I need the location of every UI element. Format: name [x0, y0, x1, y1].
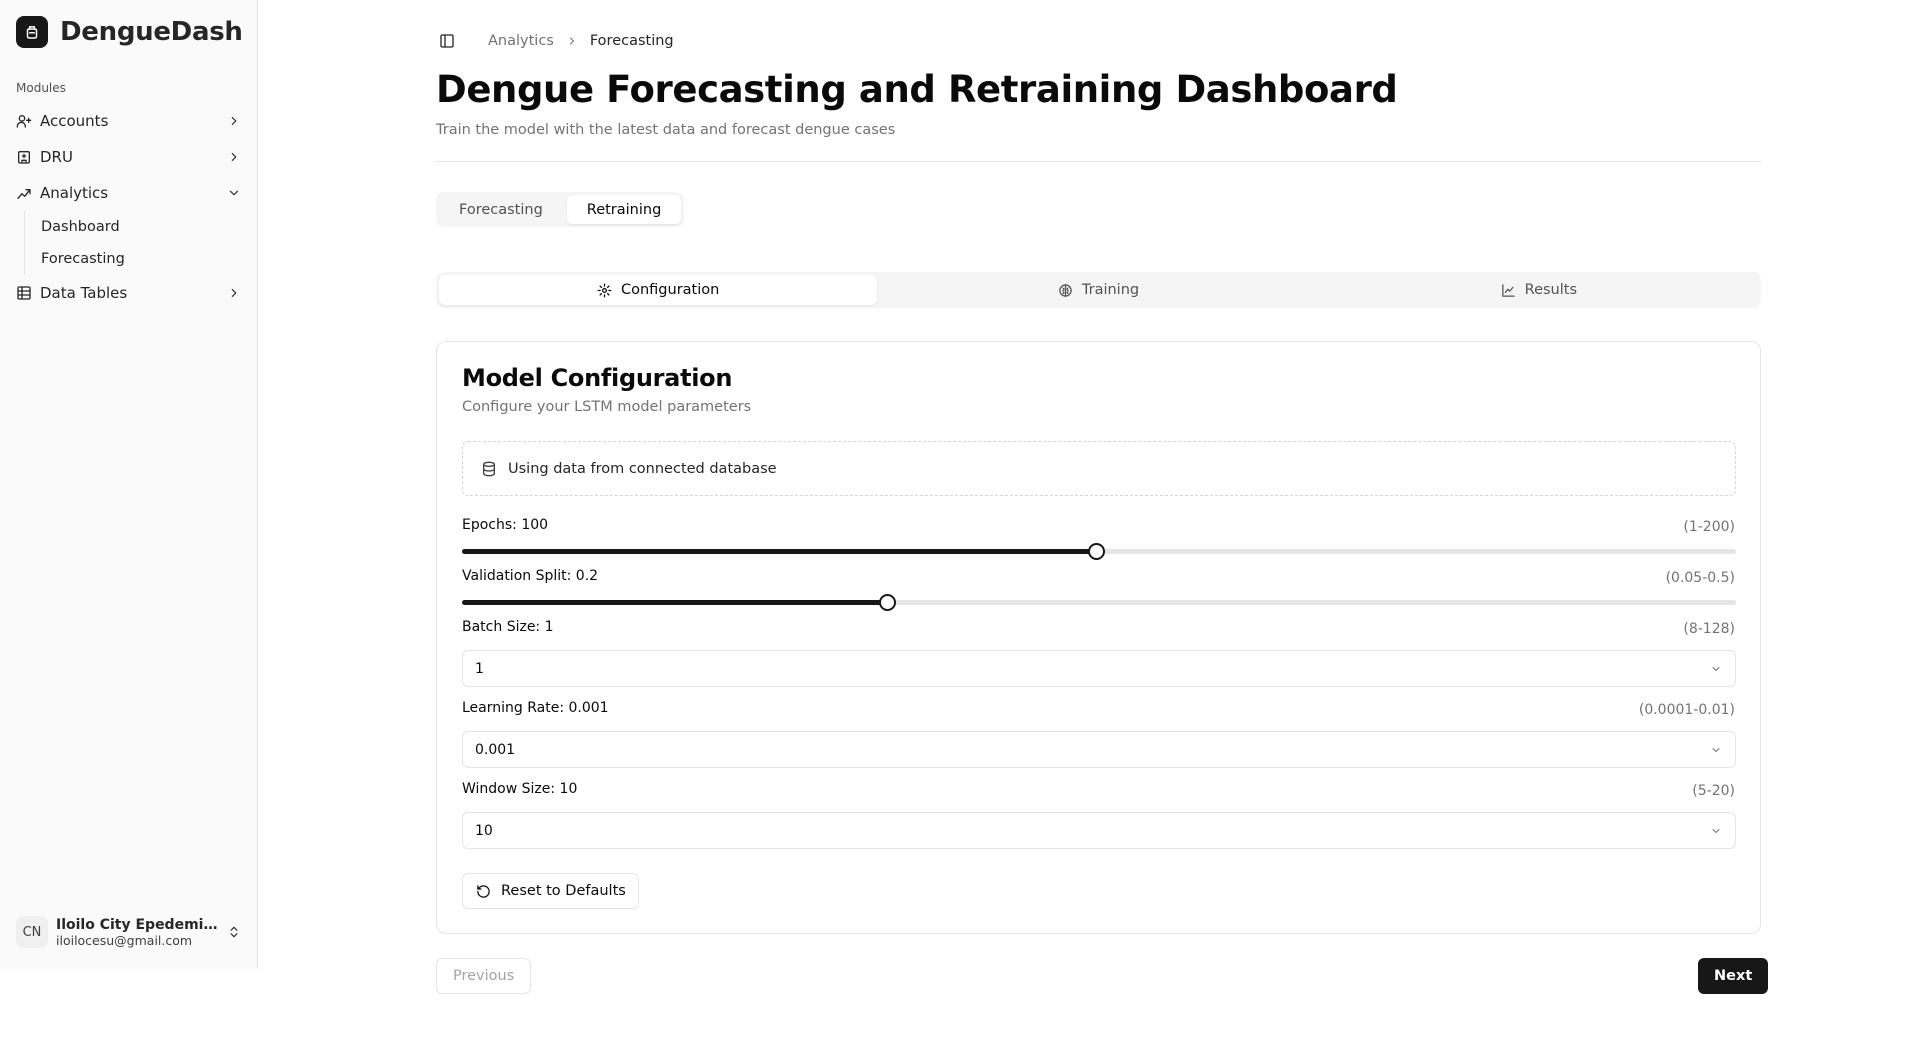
batch-size-label: Batch Size: 1: [462, 619, 554, 635]
epochs-label: Epochs: 100: [462, 517, 549, 533]
chevron-down-icon: [226, 185, 242, 201]
user-email: iloilocesu@gmail.com: [56, 932, 193, 948]
reset-to-defaults-button[interactable]: Reset to Defaults: [462, 873, 639, 909]
line-chart-icon: [1501, 282, 1517, 298]
breadcrumb-current: Forecasting: [589, 33, 674, 49]
learning-rate-select[interactable]: 0.001: [462, 731, 1736, 768]
divider: [436, 161, 1761, 162]
tab-label: Configuration: [620, 282, 720, 298]
mode-tabs: Forecasting Retraining: [436, 192, 685, 227]
tab-label: Training: [1081, 282, 1140, 298]
batch-size-range: (8-128): [1683, 621, 1735, 637]
modules-section-label: Modules: [16, 81, 66, 95]
chevron-right-icon: [226, 149, 242, 165]
batch-size-value: 1: [475, 660, 484, 677]
window-size-label: Window Size: 10: [462, 781, 578, 797]
chevron-down-icon: [1709, 662, 1723, 676]
model-configuration-card: Model Configuration Configure your LSTM …: [436, 341, 1761, 934]
card-subtitle: Configure your LSTM model parameters: [462, 399, 752, 415]
chevron-down-icon: [1709, 824, 1723, 838]
sidebar: DengueDash Modules Accounts DRU Analytic…: [0, 0, 258, 969]
sidebar-nav: Accounts DRU Analytics Dashboard Forecas…: [8, 103, 250, 311]
reset-label: Reset to Defaults: [501, 883, 626, 899]
brand[interactable]: DengueDash: [16, 16, 243, 48]
previous-button[interactable]: Previous: [436, 958, 532, 994]
hospital-icon: [16, 149, 32, 165]
data-source-notice: Using data from connected database: [462, 441, 1736, 496]
window-size-select[interactable]: 10: [462, 812, 1736, 849]
main-content: Analytics Forecasting Dengue Forecasting…: [258, 0, 1920, 1039]
validation-split-slider[interactable]: [462, 594, 1736, 611]
validation-split-range: (0.05-0.5): [1665, 570, 1735, 586]
rotate-ccw-icon: [475, 883, 491, 899]
app-logo-icon: [16, 16, 48, 48]
data-source-text: Using data from connected database: [508, 460, 777, 477]
tab-training[interactable]: Training: [879, 275, 1317, 305]
step-tabs: Configuration Training Results: [436, 272, 1761, 308]
validation-split-label: Validation Split: 0.2: [462, 568, 599, 584]
database-icon: [480, 460, 498, 478]
epochs-range: (1-200): [1683, 519, 1735, 535]
sidebar-item-accounts[interactable]: Accounts: [8, 103, 250, 139]
sidebar-item-label: Analytics: [40, 184, 109, 202]
batch-size-select[interactable]: 1: [462, 650, 1736, 687]
epochs-slider-fill: [462, 549, 1096, 554]
sidebar-item-label: Accounts: [40, 112, 109, 130]
learning-rate-value: 0.001: [475, 741, 516, 758]
analytics-subnav: Dashboard Forecasting: [24, 211, 250, 275]
tab-label: Results: [1524, 282, 1577, 298]
validation-split-slider-fill: [462, 600, 887, 605]
sidebar-item-forecasting[interactable]: Forecasting: [41, 243, 250, 275]
breadcrumb-analytics[interactable]: Analytics: [488, 33, 554, 49]
table-icon: [16, 285, 32, 301]
tab-results[interactable]: Results: [1320, 275, 1758, 305]
sidebar-item-data-tables[interactable]: Data Tables: [8, 275, 250, 311]
window-size-range: (5-20): [1692, 783, 1735, 799]
tab-configuration[interactable]: Configuration: [439, 275, 878, 305]
learning-rate-label: Learning Rate: 0.001: [462, 700, 609, 716]
next-button[interactable]: Next: [1698, 958, 1769, 994]
gear-icon: [597, 282, 613, 298]
chevron-down-icon: [1709, 743, 1723, 757]
sidebar-item-dru[interactable]: DRU: [8, 139, 250, 175]
learning-rate-range: (0.0001-0.01): [1638, 702, 1735, 718]
user-plus-icon: [16, 113, 32, 129]
tab-retraining[interactable]: Retraining: [566, 195, 682, 224]
epochs-slider[interactable]: [462, 543, 1736, 560]
page-subtitle: Train the model with the latest data and…: [436, 122, 896, 138]
page-title: Dengue Forecasting and Retraining Dashbo…: [436, 68, 1398, 111]
sidebar-toggle-icon[interactable]: [436, 30, 458, 52]
card-title: Model Configuration: [462, 364, 733, 392]
app-name: DengueDash: [60, 17, 243, 47]
tab-forecasting[interactable]: Forecasting: [439, 195, 563, 224]
sidebar-item-label: DRU: [40, 148, 73, 166]
chevron-right-icon: [226, 285, 242, 301]
top-bar: Analytics Forecasting: [436, 30, 674, 52]
window-size-value: 10: [475, 822, 493, 839]
validation-split-slider-thumb[interactable]: [878, 594, 896, 611]
sidebar-item-dashboard[interactable]: Dashboard: [41, 211, 250, 243]
avatar: CN: [16, 916, 48, 948]
sidebar-item-label: Data Tables: [40, 284, 128, 302]
user-info: Iloilo City Epedemiol... iloilocesu@gmai…: [56, 917, 226, 948]
analytics-icon: [16, 185, 32, 201]
user-menu[interactable]: CN Iloilo City Epedemiol... iloilocesu@g…: [16, 916, 242, 948]
user-name: Iloilo City Epedemiol...: [56, 916, 218, 933]
epochs-slider-thumb[interactable]: [1087, 543, 1105, 560]
chevron-right-icon: [226, 113, 242, 129]
brain-icon: [1058, 282, 1074, 298]
chevron-right-icon: [566, 35, 578, 47]
sidebar-item-analytics[interactable]: Analytics: [8, 175, 250, 211]
chevrons-up-down-icon: [226, 924, 242, 940]
